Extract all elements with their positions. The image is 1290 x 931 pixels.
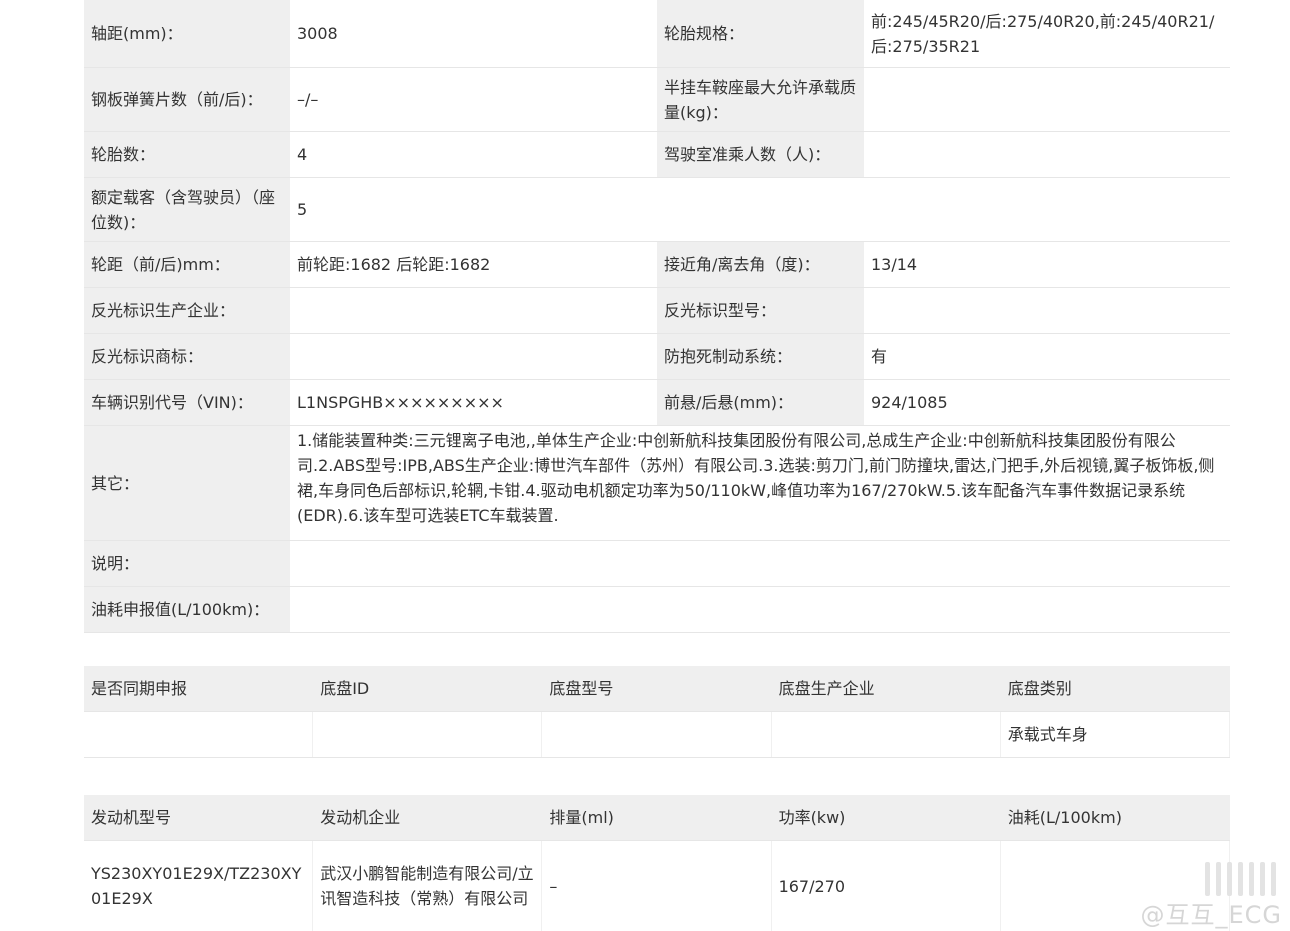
label-overhang: 前悬/后悬(mm)： [657,380,864,425]
value-cab-occupants [864,132,1230,177]
spec-row-leaf-spring: 钢板弹簧片数（前/后)： –/– 半挂车鞍座最大允许承载质量(kg)： [84,68,1230,132]
value-leaf-spring: –/– [290,68,657,131]
value-fuel-declared [290,587,1230,632]
watermark: @互互_ECG [1140,901,1282,929]
chassis-table: 是否同期申报 底盘ID 底盘型号 底盘生产企业 底盘类别 承载式车身 [84,666,1230,758]
value-reflector-model [864,288,1230,333]
engine-header-displacement: 排量(ml) [549,808,614,827]
spec-row-tire-count: 轮胎数： 4 驾驶室准乘人数（人)： [84,132,1230,178]
value-other: 1.储能装置种类:三元锂离子电池,,单体生产企业:中创新航科技集团股份有限公司,… [290,426,1230,540]
chassis-header-model: 底盘型号 [549,679,614,698]
watermark-bars-icon [1205,862,1276,896]
spec-row-seats: 额定载客（含驾驶员）（座位数)： 5 [84,178,1230,242]
value-tire-spec: 前:245/45R20/后:275/40R20,前:245/40R21/后:27… [864,0,1230,67]
engine-header-maker: 发动机企业 [320,808,401,827]
value-notes [290,541,1230,586]
value-tire-count: 4 [290,132,657,177]
spec-row-vin: 车辆识别代号（VIN)： L1NSPGHB××××××××× 前悬/后悬(mm)… [84,380,1230,426]
chassis-cell-type: 承载式车身 [1001,712,1230,757]
chassis-header-type: 底盘类别 [1007,679,1072,698]
value-wheelbase: 3008 [290,0,657,67]
table-row: 承载式车身 [84,712,1230,758]
value-track: 前轮距:1682 后轮距:1682 [290,242,657,287]
spec-row-wheelbase: 轴距(mm)： 3008 轮胎规格： 前:245/45R20/后:275/40R… [84,0,1230,68]
engine-header-row: 发动机型号 发动机企业 排量(ml) 功率(kw) 油耗(L/100km) [84,795,1230,841]
label-leaf-spring: 钢板弹簧片数（前/后)： [84,68,290,131]
spec-row-other: 其它： 1.储能装置种类:三元锂离子电池,,单体生产企业:中创新航科技集团股份有… [84,426,1230,541]
chassis-cell-concurrent [84,712,314,757]
value-seats: 5 [290,178,1230,241]
label-reflector-model: 反光标识型号： [657,288,864,333]
label-tire-spec: 轮胎规格： [657,0,864,67]
chassis-cell-id [313,712,543,757]
label-notes: 说明： [84,541,290,586]
label-other: 其它： [84,426,290,540]
label-wheelbase: 轴距(mm)： [84,0,290,67]
chassis-header-row: 是否同期申报 底盘ID 底盘型号 底盘生产企业 底盘类别 [84,666,1230,712]
label-approach-departure: 接近角/离去角（度)： [657,242,864,287]
spec-row-fuel: 油耗申报值(L/100km)： [84,587,1230,633]
engine-table: 发动机型号 发动机企业 排量(ml) 功率(kw) 油耗(L/100km) YS… [84,795,1230,931]
chassis-header-id: 底盘ID [320,679,370,698]
chassis-cell-maker [772,712,1001,757]
table-row: YS230XY01E29X/TZ230XY01E29X 武汉小鹏智能制造有限公司… [84,841,1230,931]
spec-row-notes: 说明： [84,541,1230,587]
label-reflector-maker: 反光标识生产企业： [84,288,290,333]
value-overhang: 924/1085 [864,380,1230,425]
engine-header-model: 发动机型号 [91,808,172,827]
engine-cell-power: 167/270 [772,841,1001,931]
engine-cell-maker: 武汉小鹏智能制造有限公司/立讯智造科技（常熟）有限公司 [313,841,543,931]
value-abs: 有 [864,334,1230,379]
label-seats: 额定载客（含驾驶员）（座位数)： [84,178,290,241]
spec-row-track: 轮距（前/后)mm： 前轮距:1682 后轮距:1682 接近角/离去角（度)：… [84,242,1230,288]
label-vin: 车辆识别代号（VIN)： [84,380,290,425]
engine-header-fuel: 油耗(L/100km) [1007,808,1122,827]
engine-cell-model: YS230XY01E29X/TZ230XY01E29X [84,841,314,931]
spec-row-reflector-brand: 反光标识商标： 防抱死制动系统： 有 [84,334,1230,380]
spec-table: 轴距(mm)： 3008 轮胎规格： 前:245/45R20/后:275/40R… [84,0,1230,633]
chassis-header-concurrent: 是否同期申报 [91,679,188,698]
value-saddle-load [864,68,1230,131]
label-abs: 防抱死制动系统： [657,334,864,379]
value-reflector-maker [290,288,657,333]
value-reflector-brand [290,334,657,379]
label-fuel-declared: 油耗申报值(L/100km)： [84,587,290,632]
label-tire-count: 轮胎数： [84,132,290,177]
engine-header-power: 功率(kw) [778,808,846,827]
value-vin: L1NSPGHB××××××××× [290,380,657,425]
label-cab-occupants: 驾驶室准乘人数（人)： [657,132,864,177]
chassis-header-maker: 底盘生产企业 [778,679,875,698]
value-approach-departure: 13/14 [864,242,1230,287]
label-reflector-brand: 反光标识商标： [84,334,290,379]
engine-cell-displacement: – [542,841,772,931]
label-saddle-load: 半挂车鞍座最大允许承载质量(kg)： [657,68,864,131]
chassis-cell-model [542,712,772,757]
spec-row-reflector-maker: 反光标识生产企业： 反光标识型号： [84,288,1230,334]
label-track: 轮距（前/后)mm： [84,242,290,287]
